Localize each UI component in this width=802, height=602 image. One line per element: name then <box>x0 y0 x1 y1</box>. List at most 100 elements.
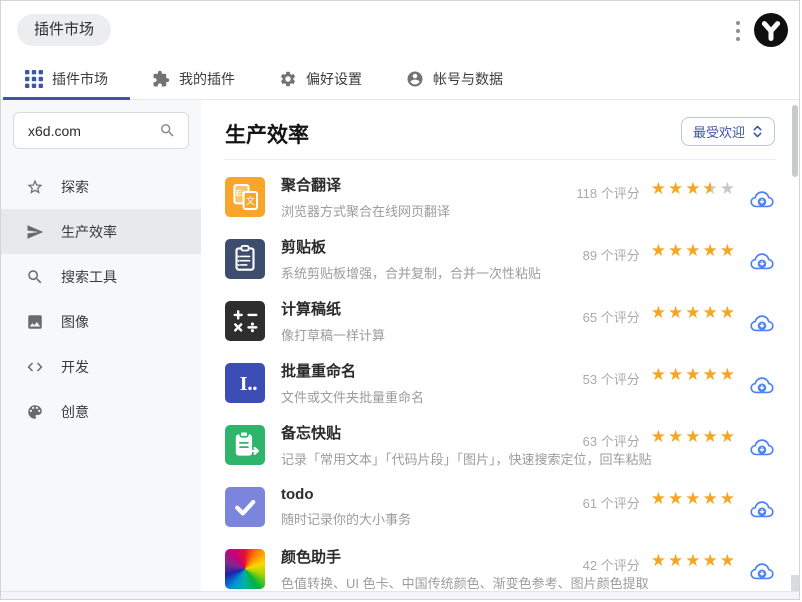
star-icon: ★ <box>650 365 668 384</box>
star-icon: ★ <box>650 179 668 198</box>
calculator-icon <box>225 301 265 341</box>
vertical-scrollbar <box>791 100 799 593</box>
cloud-download-icon[interactable] <box>749 498 775 520</box>
cloud-download-icon[interactable] <box>749 436 775 458</box>
grid-icon <box>25 70 43 88</box>
svg-text:I: I <box>240 373 248 395</box>
star-icon: ★ <box>702 365 720 384</box>
tab-my-plugins[interactable]: 我的插件 <box>130 59 257 99</box>
ratings-count: 65 个评分 <box>582 310 640 325</box>
memo-icon <box>225 425 265 465</box>
tab-bar: 插件市场 我的插件 偏好设置 帐号与数据 <box>1 59 799 100</box>
ratings-count: 61 个评分 <box>582 496 640 511</box>
sidebar-item-images[interactable]: 图像 <box>1 299 201 344</box>
star-rating: ★★★★★ <box>651 428 737 445</box>
ratings-count: 53 个评分 <box>582 372 640 387</box>
cloud-download-icon[interactable] <box>749 374 775 396</box>
plugin-row[interactable]: 计算稿纸 像打草稿一样计算 65 个评分 ★★★★★ <box>225 290 775 352</box>
star-icon: ★ <box>668 489 686 508</box>
translate-icon: En 文 <box>225 177 265 217</box>
star-icon: ★ <box>685 303 703 322</box>
star-icon: ★ <box>668 241 686 260</box>
star-icon: ★ <box>685 551 703 570</box>
window-title-badge: 插件市场 <box>17 14 112 46</box>
gear-icon <box>279 70 297 88</box>
star-icon: ★ <box>702 551 720 570</box>
svg-text:文: 文 <box>246 195 255 206</box>
utools-logo-icon <box>753 12 789 48</box>
star-icon: ★ <box>668 427 686 446</box>
cloud-download-icon[interactable] <box>749 250 775 272</box>
ratings-count: 89 个评分 <box>582 248 640 263</box>
kebab-menu-icon[interactable] <box>731 19 745 43</box>
tab-preferences[interactable]: 偏好设置 <box>257 59 384 99</box>
search-box <box>13 112 189 149</box>
star-icon: ★ <box>685 365 703 384</box>
star-icon: ★ <box>650 551 668 570</box>
sidebar-item-explore[interactable]: 探索 <box>1 164 201 209</box>
star-icon: ★ <box>650 489 668 508</box>
clipboard-icon <box>225 239 265 279</box>
puzzle-icon <box>152 70 170 88</box>
plugin-row[interactable]: I 批量重命名 文件或文件夹批量重命名 53 个评分 ★★★★★ <box>225 352 775 414</box>
star-icon: ★ <box>702 427 720 446</box>
ratings-count: 63 个评分 <box>582 434 640 449</box>
image-icon <box>26 313 44 331</box>
ratings-count: 42 个评分 <box>582 558 640 573</box>
paper-plane-icon <box>26 223 44 241</box>
cloud-download-icon[interactable] <box>749 560 775 582</box>
sort-label: 最受欢迎 <box>692 125 745 140</box>
star-icon: ★ <box>668 551 686 570</box>
sidebar-item-productivity[interactable]: 生产效率 <box>1 209 201 254</box>
star-icon: ★ <box>650 303 668 322</box>
sidebar-item-creative[interactable]: 创意 <box>1 389 201 434</box>
plugin-row[interactable]: 剪贴板 系统剪贴板增强，合并复制，合并一次性粘贴 89 个评分 ★★★★★ <box>225 228 775 290</box>
star-icon: ★ <box>703 180 720 197</box>
sort-dropdown[interactable]: 最受欢迎 <box>680 117 775 146</box>
plugin-row[interactable]: En 文 聚合翻译 浏览器方式聚合在线网页翻译 118 个评分 ★★★★ ★ <box>225 166 775 228</box>
sidebar-item-search-tools[interactable]: 搜索工具 <box>1 254 201 299</box>
code-icon <box>26 358 44 376</box>
plugin-row[interactable]: 备忘快贴 记录「常用文本」「代码片段」「图片」，快速搜索定位，回车粘贴 63 个… <box>225 414 775 476</box>
magnifier-icon <box>26 268 44 286</box>
tab-account-data[interactable]: 帐号与数据 <box>384 59 525 99</box>
main-header: 生产效率 最受欢迎 <box>225 100 775 160</box>
plugin-list: En文 聚合翻译 浏览器方式聚合在线网页翻译 118 个评分 ★★★★★ 剪贴板… <box>225 160 775 599</box>
star-rating: ★★★★★ <box>651 490 737 507</box>
tab-plugin-market[interactable]: 插件市场 <box>3 59 130 100</box>
cloud-download-icon[interactable] <box>749 312 775 334</box>
star-rating: ★★★★★ <box>651 304 737 321</box>
cloud-download-icon[interactable] <box>749 188 775 210</box>
sort-arrows-icon <box>752 124 763 139</box>
star-icon: ★ <box>650 241 668 260</box>
star-icon: ★ <box>668 365 686 384</box>
plugin-row[interactable]: todo 随时记录你的大小事务 61 个评分 ★★★★★ <box>225 476 775 538</box>
plugin-market-window: 插件市场 插件市场 我的插件 偏好设置 帐号与数据 x6d.com 探索 生产效… <box>0 0 800 600</box>
category-list: 探索 生产效率 搜索工具 图像 开发 创意 <box>1 164 201 434</box>
main-panel: 生产效率 最受欢迎 En 文 聚合翻译 浏览器方式聚合在线网页翻译 118 个评分… <box>201 100 799 593</box>
color-wheel-icon <box>225 549 265 589</box>
top-bar: 插件市场 <box>1 1 799 59</box>
star-rating: ★★★★★ <box>651 552 737 569</box>
star-icon: ★ <box>702 241 720 260</box>
star-icon: ★ <box>719 489 737 508</box>
scrollbar-thumb[interactable] <box>792 105 798 177</box>
content-area: 探索 生产效率 搜索工具 图像 开发 创意 生产效率 最受欢迎 <box>1 100 799 593</box>
star-icon <box>26 178 44 196</box>
todo-check-icon <box>225 487 265 527</box>
star-icon: ★ <box>685 427 703 446</box>
rename-icon: I <box>225 363 265 403</box>
star-icon: ★ <box>685 489 703 508</box>
palette-icon <box>26 403 44 421</box>
star-icon: ★ <box>685 241 703 260</box>
sidebar-item-develop[interactable]: 开发 <box>1 344 201 389</box>
ratings-count: 118 个评分 <box>576 186 640 201</box>
star-icon: ★ <box>719 551 737 570</box>
star-icon: ★ <box>719 427 737 446</box>
star-icon: ★ <box>668 179 686 198</box>
star-rating: ★★★★★ <box>651 242 737 259</box>
star-icon: ★ <box>702 303 720 322</box>
star-icon: ★ <box>702 489 720 508</box>
search-input[interactable] <box>26 121 159 140</box>
star-icon: ★ <box>668 303 686 322</box>
